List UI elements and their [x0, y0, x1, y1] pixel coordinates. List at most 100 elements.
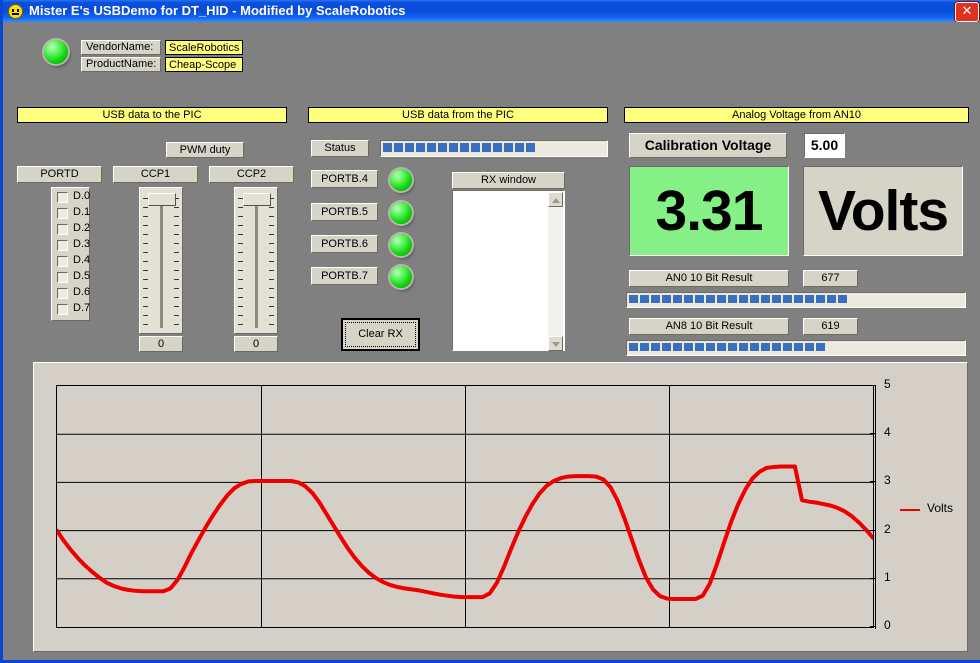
progress-segment [629, 343, 638, 351]
voltage-unit-label: Volts [803, 166, 963, 256]
legend-line-swatch [900, 509, 920, 511]
progress-segment [816, 343, 825, 351]
smiley-icon [8, 4, 23, 19]
progress-segment [684, 343, 693, 351]
rx-window-list[interactable] [452, 190, 565, 351]
progress-segment [449, 143, 458, 152]
progress-segment [684, 295, 693, 303]
portb6-label: PORTB.6 [311, 235, 378, 253]
connection-led [44, 40, 68, 64]
an8-result-label: AN8 10 Bit Result [629, 318, 789, 335]
usb-to-pic-header: USB data to the PIC [17, 107, 287, 123]
ccp2-value: 0 [234, 336, 278, 352]
status-label: Status [311, 140, 369, 157]
portb6-led [390, 234, 412, 256]
progress-segment [739, 343, 748, 351]
checkbox-box[interactable] [57, 272, 68, 283]
scroll-up-button[interactable] [548, 192, 563, 207]
checkbox-box[interactable] [57, 288, 68, 299]
progress-segment [783, 295, 792, 303]
progress-segment [739, 295, 748, 303]
progress-segment [673, 295, 682, 303]
progress-segment [662, 343, 671, 351]
progress-segment [640, 343, 649, 351]
checkbox-box[interactable] [57, 304, 68, 315]
legend-label-volts: Volts [927, 501, 953, 515]
chevron-up-icon [552, 198, 560, 203]
slider-thumb[interactable] [148, 193, 176, 206]
progress-segment [706, 295, 715, 303]
progress-segment [651, 343, 660, 351]
ccp2-header: CCP2 [209, 166, 294, 183]
progress-segment [794, 295, 803, 303]
progress-segment [482, 143, 491, 152]
chart-y-axis [875, 385, 876, 629]
scroll-down-button[interactable] [548, 336, 563, 351]
portd-checkbox-group: D.0 D.1 D.2 D.3 D.4 D.5 D.6 D.7 [51, 187, 90, 321]
pwm-duty-label: PWM duty [166, 142, 244, 158]
checkbox-box[interactable] [57, 192, 68, 203]
progress-segment [728, 295, 737, 303]
progress-segment [651, 295, 660, 303]
progress-segment [695, 295, 704, 303]
vendor-name-label: VendorName: [81, 40, 161, 55]
y-tick-label: 1 [884, 570, 891, 584]
progress-segment [427, 143, 436, 152]
progress-segment [405, 143, 414, 152]
progress-segment [493, 143, 502, 152]
an0-progress-bar [626, 292, 966, 308]
checkbox-box[interactable] [57, 256, 68, 267]
y-tick-mark [870, 481, 876, 482]
ccp1-slider[interactable] [139, 187, 183, 334]
progress-segment [805, 295, 814, 303]
clear-rx-button[interactable]: Clear RX [341, 318, 420, 351]
progress-segment [827, 295, 836, 303]
progress-segment [416, 143, 425, 152]
portb4-led [390, 169, 412, 191]
ccp2-slider[interactable] [234, 187, 278, 334]
progress-segment [783, 343, 792, 351]
checkbox-box[interactable] [57, 224, 68, 235]
voltage-value-display: 3.31 [629, 166, 789, 256]
rx-scrollbar[interactable] [548, 192, 563, 351]
usb-from-pic-header: USB data from the PIC [308, 107, 608, 123]
progress-segment [526, 143, 535, 152]
clear-rx-label: Clear RX [343, 320, 418, 349]
progress-segment [750, 343, 759, 351]
progress-segment [750, 295, 759, 303]
y-tick-mark [870, 385, 876, 386]
chart-svg [57, 386, 873, 627]
y-tick-label: 2 [884, 522, 891, 536]
y-tick-label: 3 [884, 473, 891, 487]
progress-segment [805, 343, 814, 351]
ccp1-value: 0 [139, 336, 183, 352]
y-tick-label: 5 [884, 377, 891, 391]
progress-segment [717, 295, 726, 303]
checkbox-box[interactable] [57, 240, 68, 251]
application-window: Mister E's USBDemo for DT_HID - Modified… [0, 0, 980, 663]
progress-segment [695, 343, 704, 351]
progress-segment [629, 295, 638, 303]
progress-segment [772, 295, 781, 303]
close-button[interactable]: ✕ [955, 2, 979, 22]
voltage-chart-panel: 012345 Volts [33, 362, 968, 652]
progress-segment [761, 295, 770, 303]
progress-segment [728, 343, 737, 351]
progress-segment [471, 143, 480, 152]
progress-segment [816, 295, 825, 303]
portd-header: PORTD [17, 166, 102, 183]
y-tick-label: 0 [884, 618, 891, 632]
progress-segment [838, 295, 847, 303]
progress-segment [640, 295, 649, 303]
chevron-down-icon [552, 342, 560, 347]
progress-segment [761, 343, 770, 351]
slider-track [160, 196, 163, 328]
title-bar[interactable]: Mister E's USBDemo for DT_HID - Modified… [3, 0, 980, 22]
calibration-voltage-input[interactable]: 5.00 [804, 133, 845, 158]
slider-thumb[interactable] [243, 193, 271, 206]
rx-window-title: RX window [452, 172, 565, 189]
product-name-label: ProductName: [81, 57, 161, 72]
checkbox-box[interactable] [57, 208, 68, 219]
product-name-value: Cheap-Scope [165, 57, 243, 72]
chart-plot-area [56, 385, 874, 628]
